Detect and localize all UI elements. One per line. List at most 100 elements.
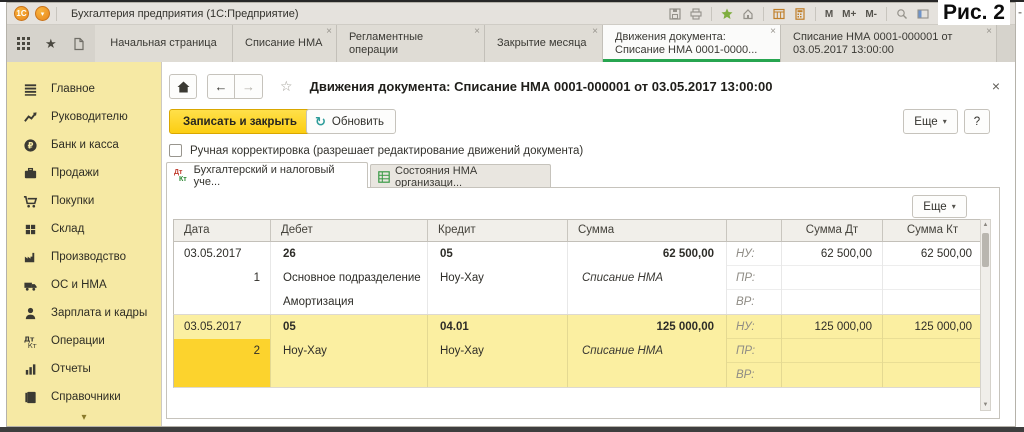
column-header-debit[interactable]: Дебет xyxy=(270,220,427,241)
selected-cell[interactable]: 2 xyxy=(174,339,270,387)
tab-month-closing[interactable]: Закрытие месяца × xyxy=(485,25,603,62)
titlebar-separator xyxy=(56,6,57,21)
amount-dt-value[interactable]: 125 000,00 xyxy=(782,315,882,339)
grid-more-button[interactable]: Еще ▾ xyxy=(912,195,967,218)
tab-document-movements[interactable]: Движения документа: Списание НМА 0001-00… xyxy=(603,25,781,62)
sidebar-item-main[interactable]: Главное xyxy=(7,75,161,103)
tax-label-nu[interactable]: НУ: xyxy=(727,242,781,266)
memory-m-plus-button[interactable]: M+ xyxy=(842,9,856,20)
tab-nma-states[interactable]: Состояния НМА организаци... xyxy=(370,164,551,189)
sidebar-item-sales[interactable]: Продажи xyxy=(7,159,161,187)
row-number[interactable]: 1 xyxy=(174,266,270,290)
panel-view-icon[interactable] xyxy=(917,8,929,20)
tab-regulated-operations[interactable]: Регламентные операции × xyxy=(337,25,485,62)
amount-kt-value[interactable]: 125 000,00 xyxy=(883,315,982,339)
column-header-tax[interactable] xyxy=(726,220,781,241)
table-row[interactable]: 03.05.2017 1 26 Основное подразделение А… xyxy=(173,242,983,315)
scroll-down-icon[interactable]: ▼ xyxy=(981,400,990,410)
tax-label-nu[interactable]: НУ: xyxy=(727,315,781,339)
favorites-icon[interactable]: ★ xyxy=(45,37,57,50)
tab-close-icon[interactable]: × xyxy=(986,27,992,37)
save-icon[interactable] xyxy=(669,8,681,20)
form-more-button[interactable]: Еще ▾ xyxy=(903,109,958,134)
tab-close-icon[interactable]: × xyxy=(474,27,480,37)
main-menu-button[interactable]: ▾ xyxy=(35,6,50,21)
row-number[interactable]: 2 xyxy=(174,339,270,363)
calendar-icon[interactable] xyxy=(773,8,785,20)
tab-home[interactable]: Начальная страница xyxy=(95,25,233,62)
tax-label-vr[interactable]: ВР: xyxy=(727,363,781,387)
add-favorite-star-icon[interactable]: ☆ xyxy=(280,78,293,95)
debit-account[interactable]: 05 xyxy=(271,315,427,339)
debit-detail[interactable]: Основное подразделение xyxy=(271,266,427,290)
amount-dt-value[interactable]: 62 500,00 xyxy=(782,242,882,266)
sidebar-item-manager[interactable]: Руководителю xyxy=(7,103,161,131)
sidebar-item-os-nma[interactable]: ОС и НМА xyxy=(7,271,161,299)
tax-label-pr[interactable]: ПР: xyxy=(727,266,781,290)
credit-detail[interactable]: Ноу-Хау xyxy=(428,339,567,363)
row-date[interactable]: 03.05.2017 xyxy=(174,242,270,266)
scrollbar-thumb[interactable] xyxy=(982,233,989,267)
1c-logo-icon[interactable]: 1С xyxy=(14,6,29,21)
debit-detail[interactable]: Амортизация xyxy=(271,290,427,314)
form-nav-row: ← → ☆ Движения документа: Списание НМА 0… xyxy=(169,74,772,99)
operation-label[interactable]: Списание НМА xyxy=(568,266,726,290)
memory-m-minus-button[interactable]: M- xyxy=(865,9,877,20)
tab-close-icon[interactable]: × xyxy=(592,27,598,37)
tax-label-pr[interactable]: ПР: xyxy=(727,339,781,363)
operation-label[interactable]: Списание НМА xyxy=(568,339,726,363)
sidebar-item-warehouse[interactable]: Склад xyxy=(7,215,161,243)
vertical-scrollbar[interactable]: ▲ ▼ xyxy=(980,219,991,411)
home-button[interactable] xyxy=(169,74,197,99)
tab-nma-writeoff-document[interactable]: Списание НМА 0001-000001 от 03.05.2017 1… xyxy=(781,25,997,62)
sidebar-item-salary-hr[interactable]: Зарплата и кадры xyxy=(7,299,161,327)
sidebar-item-directories[interactable]: Справочники xyxy=(7,383,161,411)
manual-adjustment-checkbox[interactable] xyxy=(169,144,182,157)
scroll-up-icon[interactable]: ▲ xyxy=(981,220,990,230)
sidebar-item-bank-cash[interactable]: ₽ Банк и касса xyxy=(7,131,161,159)
credit-detail[interactable]: Ноу-Хау xyxy=(428,266,567,290)
sidebar-item-purchases[interactable]: Покупки xyxy=(7,187,161,215)
help-button[interactable]: ? xyxy=(964,109,990,134)
zoom-icon[interactable] xyxy=(896,8,908,20)
main-content: ← → ☆ Движения документа: Списание НМА 0… xyxy=(161,62,1015,426)
amount-value[interactable]: 125 000,00 xyxy=(568,315,726,339)
memory-m-button[interactable]: M xyxy=(825,9,833,20)
credit-account[interactable]: 04.01 xyxy=(428,315,567,339)
table-row-selected[interactable]: 03.05.2017 2 05 Ноу-Хау 04.01 Ноу-Хау 12… xyxy=(173,315,983,388)
back-button[interactable]: ← xyxy=(207,74,235,99)
amount-kt-value[interactable]: 62 500,00 xyxy=(883,242,982,266)
sidebar-item-reports[interactable]: Отчеты xyxy=(7,355,161,383)
column-header-amount-dt[interactable]: Сумма Дт xyxy=(781,220,882,241)
tab-accounting-tax-records[interactable]: Дт Кт Бухгалтерский и налоговый уче... xyxy=(166,162,368,188)
form-close-icon[interactable]: × xyxy=(992,79,1000,93)
apps-grid-icon[interactable] xyxy=(17,37,30,50)
tab-nma-writeoff-list[interactable]: Списание НМА × xyxy=(233,25,337,62)
debit-detail[interactable]: Ноу-Хау xyxy=(271,339,427,363)
credit-account[interactable]: 05 xyxy=(428,242,567,266)
print-icon[interactable] xyxy=(690,8,702,20)
sidebar-expand-icon[interactable]: ▾ xyxy=(7,412,161,423)
recent-history-icon[interactable] xyxy=(72,37,85,51)
debit-detail[interactable] xyxy=(271,363,427,387)
column-header-amount[interactable]: Сумма xyxy=(567,220,726,241)
favorites-star-icon[interactable] xyxy=(721,8,733,20)
forward-button[interactable]: → xyxy=(235,74,263,99)
column-header-credit[interactable]: Кредит xyxy=(427,220,567,241)
amount-value[interactable]: 62 500,00 xyxy=(568,242,726,266)
tab-close-icon[interactable]: × xyxy=(770,27,776,37)
column-header-amount-kt[interactable]: Сумма Кт xyxy=(882,220,982,241)
tax-label-vr[interactable]: ВР: xyxy=(727,290,781,314)
sidebar-item-operations[interactable]: Дт Кт Операции xyxy=(7,327,161,355)
cell-tax-labels: НУ: ПР: ВР: xyxy=(726,242,781,314)
sidebar-item-production[interactable]: Производство xyxy=(7,243,161,271)
tab-close-icon[interactable]: × xyxy=(326,27,332,37)
sidebar-item-label: Отчеты xyxy=(51,363,91,375)
debit-account[interactable]: 26 xyxy=(271,242,427,266)
column-header-date[interactable]: Дата xyxy=(174,220,270,241)
refresh-button[interactable]: ↻ Обновить xyxy=(306,109,396,134)
row-date[interactable]: 03.05.2017 xyxy=(174,315,270,339)
history-icon[interactable] xyxy=(742,8,754,20)
calculator-icon[interactable] xyxy=(794,8,806,20)
save-and-close-button[interactable]: Записать и закрыть xyxy=(169,109,311,134)
